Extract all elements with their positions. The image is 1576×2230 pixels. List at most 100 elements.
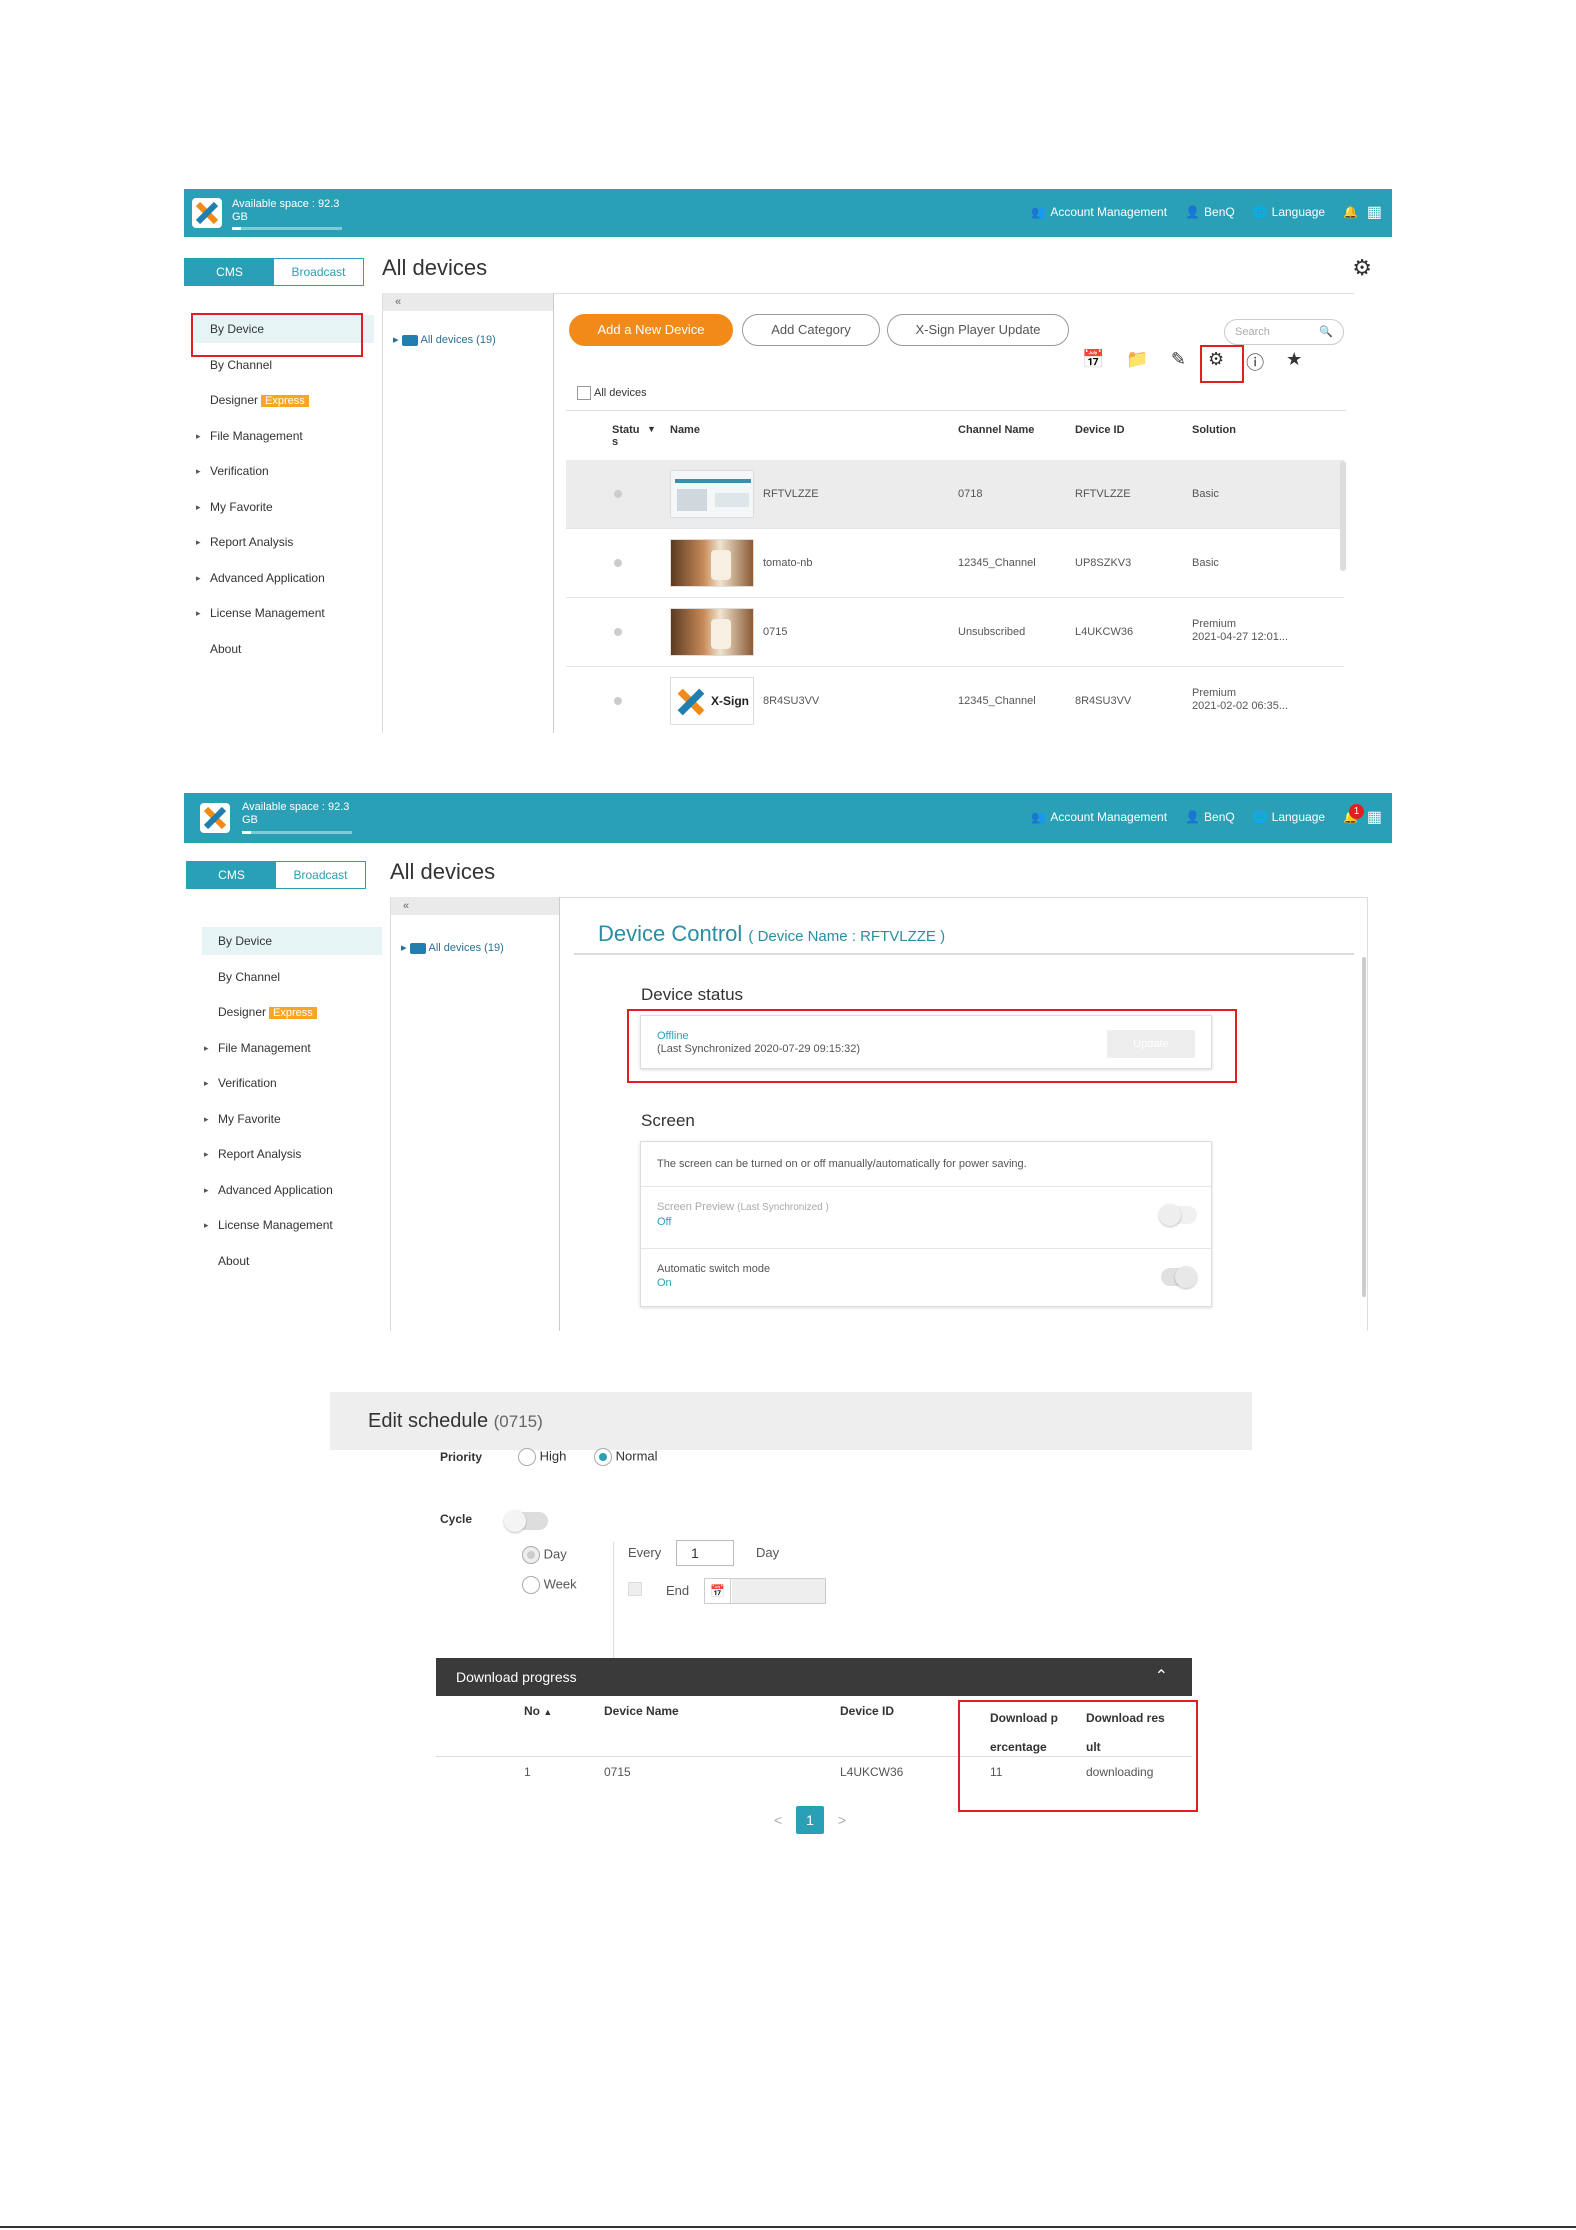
sidebar-2: By Device By Channel Designer Express ▸ File … — [192, 897, 392, 1331]
auto-switch-value: On — [657, 1277, 672, 1289]
account-management-link[interactable]: 👥 Account Management — [1031, 205, 1167, 219]
col-status[interactable]: Statu s — [612, 424, 642, 448]
sort-down-icon[interactable]: ▼ — [647, 424, 656, 434]
sidebar-item-report-analysis[interactable]: ▸ Report Analysis — [202, 1140, 382, 1168]
tab-broadcast[interactable]: Broadcast — [274, 259, 363, 285]
add-category-button[interactable]: Add Category — [742, 314, 880, 346]
xsign-logo[interactable] — [192, 198, 222, 228]
sidebar-item-designer[interactable]: Designer Express — [194, 386, 374, 414]
auto-switch-toggle[interactable] — [1161, 1266, 1197, 1288]
edit-pencil-icon[interactable]: ✎ — [1171, 349, 1186, 375]
sidebar-item-label: About — [210, 641, 242, 656]
device-tree: « ▸ All devices (19) — [382, 293, 554, 733]
sidebar-item-file-management[interactable]: ▸ File Management — [202, 1034, 382, 1062]
add-new-device-button[interactable]: Add a New Device — [569, 314, 733, 346]
language-menu-2[interactable]: 🌐 Language — [1253, 810, 1325, 824]
end-date-input[interactable]: 📅 — [704, 1578, 826, 1604]
user-menu[interactable]: 👤 BenQ — [1185, 205, 1235, 219]
sidebar-item-my-favorite[interactable]: ▸ My Favorite — [202, 1105, 382, 1133]
sidebar-item-verification[interactable]: ▸ Verification — [202, 1069, 382, 1097]
tree-root-all-devices[interactable]: ▸ All devices (19) — [393, 333, 496, 346]
channel-name: 12345_Channel — [958, 557, 1036, 569]
table-row[interactable]: RFTVLZZE 0718 RFTVLZZE Basic — [566, 460, 1344, 529]
language-menu[interactable]: 🌐 Language — [1253, 205, 1325, 219]
sidebar-item-verification[interactable]: ▸ Verification — [194, 457, 374, 485]
table-scrollbar[interactable] — [1340, 461, 1346, 571]
sidebar-item-license-management[interactable]: ▸ License Management — [194, 599, 374, 627]
tab-cms[interactable]: CMS — [187, 862, 276, 888]
sidebar-item-by-channel[interactable]: By Channel — [202, 963, 382, 991]
page-1-button[interactable]: 1 — [796, 1806, 825, 1834]
xsign-player-update-button[interactable]: X-Sign Player Update — [887, 314, 1069, 346]
tree-root-all-devices[interactable]: ▸ All devices (19) — [401, 941, 504, 954]
next-page-button[interactable]: > — [838, 1812, 846, 1828]
sidebar-item-license-management[interactable]: ▸ License Management — [202, 1211, 382, 1239]
calendar-icon[interactable]: 📅 — [705, 1579, 731, 1603]
sidebar-item-label: Report Analysis — [218, 1147, 302, 1161]
sidebar-item-by-device[interactable]: By Device — [202, 927, 382, 955]
highlight-device-status — [627, 1009, 1237, 1083]
sidebar-item-about[interactable]: About — [194, 635, 374, 663]
cycle-toggle[interactable] — [504, 1510, 548, 1532]
sidebar-item-advanced-application[interactable]: ▸ Advanced Application — [194, 564, 374, 592]
apps-grid-icon[interactable]: ▦ — [1367, 205, 1382, 221]
sidebar-item-label: License Management — [218, 1218, 333, 1232]
cycle-week-radio[interactable]: Week — [522, 1576, 577, 1594]
calendar-icon[interactable]: 📅 — [1082, 349, 1104, 375]
sidebar-item-advanced-application[interactable]: ▸ Advanced Application — [202, 1176, 382, 1204]
apps-grid-icon[interactable]: ▦ — [1367, 810, 1382, 826]
settings-gear-icon[interactable]: ⚙ — [1352, 255, 1372, 281]
tab-cms[interactable]: CMS — [185, 259, 274, 285]
end-checkbox[interactable] — [628, 1582, 642, 1596]
table-row[interactable]: tomato-nb 12345_Channel UP8SZKV3 Basic — [566, 529, 1344, 598]
account-management-link-2[interactable]: 👥 Account Management — [1031, 810, 1167, 824]
sidebar-item-about[interactable]: About — [202, 1247, 382, 1275]
priority-high-radio[interactable]: High — [518, 1448, 566, 1466]
control-scrollbar[interactable] — [1362, 957, 1366, 1297]
bell-icon[interactable]: 🔔1 — [1343, 804, 1365, 824]
status-dot — [614, 559, 622, 567]
sidebar-item-label: My Favorite — [218, 1111, 281, 1126]
tree-collapse[interactable]: « — [383, 293, 553, 311]
download-progress-header[interactable]: Download progress ⌃ — [436, 1658, 1192, 1696]
chevron-up-icon[interactable]: ⌃ — [1155, 1658, 1168, 1696]
sidebar-item-label: Advanced Application — [210, 570, 325, 585]
table-row[interactable]: X-Sign 8R4SU3VV 12345_Channel 8R4SU3VV Premi… — [566, 667, 1344, 733]
sidebar-item-my-favorite[interactable]: ▸ My Favorite — [194, 493, 374, 521]
user-menu-2[interactable]: 👤 BenQ — [1185, 810, 1235, 824]
dp-col-no[interactable]: No ▲ — [524, 1704, 552, 1718]
screen-preview-sync: (Last Synchronized ) — [737, 1202, 829, 1213]
move-folder-icon[interactable]: 📁 — [1126, 349, 1148, 375]
sort-up-icon[interactable]: ▲ — [543, 1707, 552, 1717]
table-row[interactable]: 0715 Unsubscribed L4UKCW36 Premium 2021-04-2… — [566, 598, 1344, 667]
tab-broadcast[interactable]: Broadcast — [276, 862, 365, 888]
bell-icon[interactable]: 🔔 — [1343, 205, 1358, 219]
channel-name: Unsubscribed — [958, 626, 1026, 638]
prev-page-button[interactable]: < — [774, 1812, 782, 1828]
cycle-day-radio[interactable]: Day — [522, 1546, 567, 1564]
xsign-logo-2[interactable] — [200, 803, 230, 833]
radio-icon — [518, 1448, 536, 1466]
highlight-device-control — [1200, 345, 1244, 383]
dp-row-device-id: L4UKCW36 — [840, 1765, 904, 1779]
sidebar-item-designer[interactable]: Designer Express — [202, 998, 382, 1026]
favorite-star-icon[interactable]: ★ — [1286, 349, 1302, 375]
page-footer-rule — [0, 2226, 1576, 2228]
people-icon: 👥 — [1031, 205, 1047, 219]
xsign-logo-text: X-Sign — [711, 694, 749, 708]
available-space-bar — [232, 227, 342, 230]
search-input[interactable]: Search 🔍 — [1224, 319, 1344, 345]
every-unit-label: Day — [756, 1545, 780, 1560]
info-icon[interactable]: ⓘ — [1246, 349, 1264, 375]
top-bar: Available space : 92.3 GB 👥 Account Manage… — [184, 189, 1392, 237]
every-value-input[interactable]: 1 — [676, 1540, 734, 1566]
sidebar-item-report-analysis[interactable]: ▸ Report Analysis — [194, 528, 374, 556]
device-tree-2: « ▸ All devices (19) — [390, 897, 560, 1331]
screen-preview-toggle[interactable] — [1159, 1204, 1197, 1226]
edit-schedule-header: Edit schedule (0715) — [330, 1392, 1252, 1450]
device-thumbnail — [670, 608, 754, 656]
sidebar-item-file-management[interactable]: ▸ File Management — [194, 422, 374, 450]
tree-collapse[interactable]: « — [391, 897, 559, 915]
all-devices-checkbox[interactable]: All devices — [577, 386, 647, 400]
priority-normal-radio[interactable]: Normal — [594, 1448, 658, 1466]
